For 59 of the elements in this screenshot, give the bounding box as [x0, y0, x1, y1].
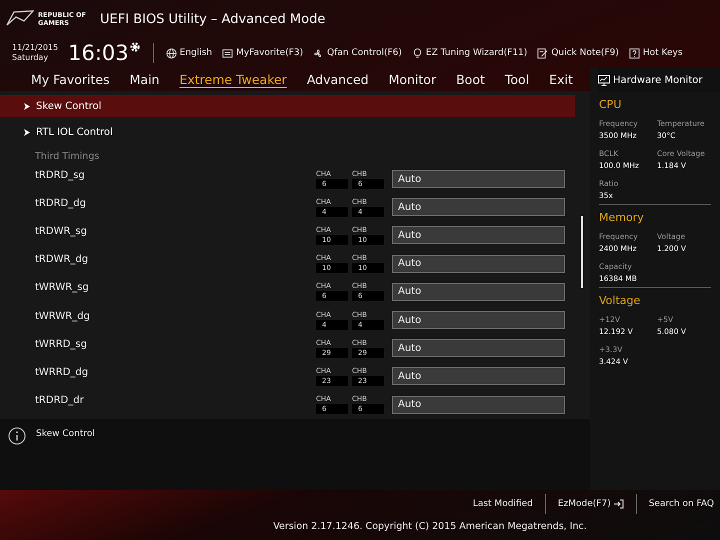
- nav-tab[interactable]: Boot: [446, 68, 495, 90]
- toolbar-button[interactable]: Qfan Control(F6): [313, 48, 402, 58]
- value-dropdown[interactable]: Auto: [392, 339, 565, 358]
- nav-tab[interactable]: Advanced: [296, 68, 379, 90]
- toolbar-button[interactable]: MyFavorite(F3): [222, 48, 304, 58]
- setting-label: tWRWR_dg: [35, 310, 91, 322]
- nav-tab[interactable]: Exit: [539, 68, 583, 90]
- list-icon: [222, 48, 234, 58]
- toolbar-button[interactable]: English: [166, 48, 212, 58]
- section-heading: Third Timings: [34, 150, 100, 164]
- setting-label: tWRRD_sg: [35, 338, 88, 350]
- clock-text: 16:03: [68, 41, 129, 65]
- settings-icon[interactable]: [128, 41, 141, 53]
- globe-icon: [166, 48, 177, 58]
- window-title: UEFI BIOS Utility – Advanced Mode: [100, 12, 326, 26]
- section-title: Voltage: [599, 294, 642, 307]
- scrollbar[interactable]: [581, 216, 583, 288]
- panel-title-text: Hardware Monitor: [613, 74, 702, 86]
- nav-tab[interactable]: Extreme Tweaker: [169, 68, 297, 90]
- nav-tab[interactable]: Monitor: [378, 68, 446, 90]
- value-dropdown[interactable]: Auto: [392, 311, 565, 330]
- footer-link[interactable]: EzMode(F7): [558, 499, 624, 509]
- exit-icon: [612, 499, 624, 509]
- version-text: Version 2.17.1246. Copyright (C) 2015 American Megatrends, Inc.: [272, 521, 587, 532]
- value-dropdown[interactable]: Auto: [392, 254, 565, 273]
- value-dropdown[interactable]: Auto: [392, 226, 565, 244]
- help-text: Skew Control: [36, 428, 95, 439]
- nav-tab[interactable]: Tool: [494, 68, 540, 90]
- setting-label: tRDWR_dg: [35, 254, 90, 266]
- note-icon: [537, 48, 548, 58]
- lightbulb-icon: [412, 48, 423, 58]
- value-dropdown[interactable]: Auto: [392, 396, 565, 414]
- toolbar-button[interactable]: Quick Note(F9): [537, 48, 619, 58]
- setting-label: tRDRD_dg: [35, 198, 87, 209]
- arrow-icon: [24, 128, 30, 136]
- setting-label: tRDRD_sg: [35, 170, 86, 181]
- footer-link[interactable]: Search on FAQ: [648, 499, 714, 509]
- help-icon: [628, 48, 640, 58]
- value-dropdown[interactable]: Auto: [392, 282, 565, 301]
- info-icon: [8, 426, 26, 445]
- value-dropdown[interactable]: Auto: [392, 170, 565, 188]
- submenu-item[interactable]: Skew Control: [0, 95, 575, 118]
- submenu-item[interactable]: RTL IOL Control: [0, 121, 575, 144]
- footer-link[interactable]: Last Modified: [472, 499, 533, 509]
- value-dropdown[interactable]: Auto: [392, 367, 565, 386]
- section-title: Memory: [599, 211, 645, 224]
- nav-tab[interactable]: My Favorites: [31, 68, 120, 90]
- arrow-icon: [24, 102, 30, 110]
- value-dropdown[interactable]: Auto: [392, 198, 565, 216]
- setting-label: tRDRD_dr: [35, 395, 85, 406]
- toolbar-button[interactable]: EZ Tuning Wizard(F11): [412, 48, 528, 58]
- nav-tab[interactable]: Main: [120, 68, 170, 90]
- setting-label: tWRWR_sg: [35, 282, 90, 294]
- date-text: 11/21/2015 Saturday: [12, 43, 58, 63]
- setting-label: tWRRD_dg: [35, 366, 90, 378]
- setting-label: tRDWR_sg: [35, 226, 88, 237]
- section-title: CPU: [599, 98, 622, 111]
- toolbar-button[interactable]: Hot Keys: [628, 48, 683, 58]
- monitor-icon: [598, 74, 610, 86]
